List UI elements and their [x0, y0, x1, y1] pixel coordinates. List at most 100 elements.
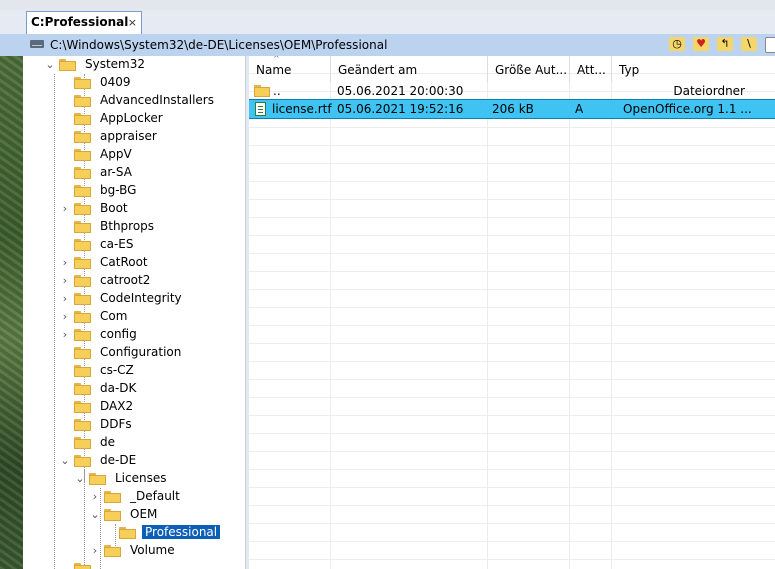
- folder-icon: [74, 131, 91, 143]
- folder-icon: [74, 203, 91, 215]
- expander-icon[interactable]: ⌄: [45, 58, 55, 72]
- tab-label: C:Professional: [31, 15, 129, 29]
- file-list[interactable]: ^ Name Geändert am Größe Aut... Att... T…: [249, 56, 775, 569]
- tree-node-label: OEM: [130, 507, 158, 521]
- sort-ascending-icon: ^: [273, 56, 280, 63]
- tab-professional[interactable]: C:Professional ×: [26, 11, 142, 34]
- expander-icon[interactable]: ›: [60, 256, 70, 270]
- folder-icon: [59, 59, 76, 71]
- expander-icon[interactable]: ›: [60, 328, 70, 342]
- desktop-wallpaper: [0, 56, 23, 569]
- folder-icon: [74, 167, 91, 179]
- folder-icon: [74, 563, 91, 569]
- root-folder-icon[interactable]: \: [741, 37, 757, 51]
- folder-icon: [74, 77, 91, 89]
- drive-icon: [30, 40, 44, 48]
- expander-icon[interactable]: ⌄: [90, 508, 100, 522]
- folder-icon: [74, 239, 91, 251]
- column-header-modified[interactable]: Geändert am: [331, 56, 488, 82]
- column-header-size[interactable]: Größe Aut...: [488, 56, 570, 82]
- folder-icon: [104, 509, 121, 521]
- tree-node-label: AppLocker: [100, 111, 163, 125]
- tree-node-label: Com: [100, 309, 128, 323]
- tree-node-label: catroot2: [100, 273, 151, 287]
- file-size: 206 kB: [492, 102, 534, 116]
- close-icon[interactable]: ×: [128, 16, 137, 29]
- folder-icon: [74, 311, 91, 323]
- folder-icon: [254, 85, 270, 97]
- folder-icon: [74, 149, 91, 161]
- file-attributes: A: [575, 102, 584, 116]
- tree-node-label: appraiser: [100, 129, 157, 143]
- tree-node-label: Professional: [140, 524, 222, 540]
- folder-icon: [74, 275, 91, 287]
- folder-icon: [74, 293, 91, 305]
- folder-icon: [74, 185, 91, 197]
- tree-node-label: Bthprops: [100, 219, 155, 233]
- tree-node-label: Licenses: [115, 471, 167, 485]
- tree-node-label: de: [100, 435, 115, 449]
- folder-icon: [74, 257, 91, 269]
- folder-icon: [74, 221, 91, 233]
- tree-node-label: bg-BG: [100, 183, 137, 197]
- tab-bar: C:Professional ×: [0, 10, 775, 35]
- folder-icon: [74, 455, 91, 467]
- file-name: ..: [273, 84, 281, 98]
- file-modified: 05.06.2021 20:00:30: [337, 84, 464, 98]
- folder-icon: [74, 419, 91, 431]
- tree-node-label: de-DE: [100, 453, 137, 467]
- file-modified: 05.06.2021 19:52:16: [337, 102, 464, 116]
- column-header-type[interactable]: Typ: [612, 56, 775, 82]
- expander-icon[interactable]: ⌄: [75, 472, 85, 486]
- favorites-icon[interactable]: ♥: [693, 37, 709, 51]
- column-header-attributes[interactable]: Att...: [570, 56, 612, 82]
- parent-folder-icon[interactable]: ↰: [717, 37, 733, 51]
- tree-node-label: System32: [85, 57, 146, 71]
- file-type: OpenOffice.org 1.1 ...: [623, 102, 752, 116]
- tree-node-label: ca-ES: [100, 237, 134, 251]
- expander-icon[interactable]: ›: [60, 292, 70, 306]
- tree-node-label: config: [100, 327, 137, 341]
- tree-node-label: AdvancedInstallers: [100, 93, 214, 107]
- tree-node-label: _Default: [130, 489, 180, 503]
- tree-node-label: CatRoot: [100, 255, 148, 269]
- tree-node-label: Boot: [100, 201, 128, 215]
- folder-icon: [74, 401, 91, 413]
- folder-icon: [74, 113, 91, 125]
- file-row-license[interactable]: license.rtf 05.06.2021 19:52:16 206 kB A…: [249, 99, 775, 119]
- folder-icon: [74, 437, 91, 449]
- tree-node-label: Volume: [130, 543, 175, 557]
- tree-node-label: DDFs: [100, 417, 132, 431]
- tree-node-label: da-DK: [100, 381, 137, 395]
- expander-icon[interactable]: ›: [60, 202, 70, 216]
- tree-node-label: CodeIntegrity: [100, 291, 182, 305]
- expander-icon[interactable]: ⌄: [60, 454, 70, 468]
- tree-node-label: DAX2: [100, 399, 134, 413]
- address-bar: C:\Windows\System32\de-DE\Licenses\OEM\P…: [0, 34, 775, 57]
- history-icon[interactable]: ◷: [669, 37, 685, 51]
- folder-icon: [74, 365, 91, 377]
- folder-icon: [74, 95, 91, 107]
- folder-icon: [104, 491, 121, 503]
- folder-icon: [74, 383, 91, 395]
- folder-icon: [104, 545, 121, 557]
- file-type: Dateiordner: [673, 84, 745, 98]
- folder-tree[interactable]: ⌄ System32 0409 AdvancedInstallers AppLoc…: [23, 56, 245, 569]
- column-header-name[interactable]: ^ Name: [249, 56, 331, 82]
- tree-node-label: AppV: [100, 147, 132, 161]
- address-path[interactable]: C:\Windows\System32\de-DE\Licenses\OEM\P…: [50, 38, 387, 52]
- folder-icon: [74, 329, 91, 341]
- folder-icon: [74, 347, 91, 359]
- tree-node-label: 0409: [100, 75, 131, 89]
- expander-icon[interactable]: ›: [60, 274, 70, 288]
- document-icon: [255, 102, 266, 116]
- expander-icon[interactable]: ›: [90, 544, 100, 558]
- expander-icon[interactable]: ›: [60, 310, 70, 324]
- tree-node-label: cs-CZ: [100, 363, 134, 377]
- expander-icon[interactable]: ›: [90, 490, 100, 504]
- folder-icon: [89, 473, 106, 485]
- file-row-parent[interactable]: .. 05.06.2021 20:00:30 Dateiordner: [249, 82, 775, 100]
- file-name: license.rtf: [272, 102, 332, 116]
- tree-node-label: ar-SA: [100, 165, 132, 179]
- dropdown-icon[interactable]: [765, 37, 775, 53]
